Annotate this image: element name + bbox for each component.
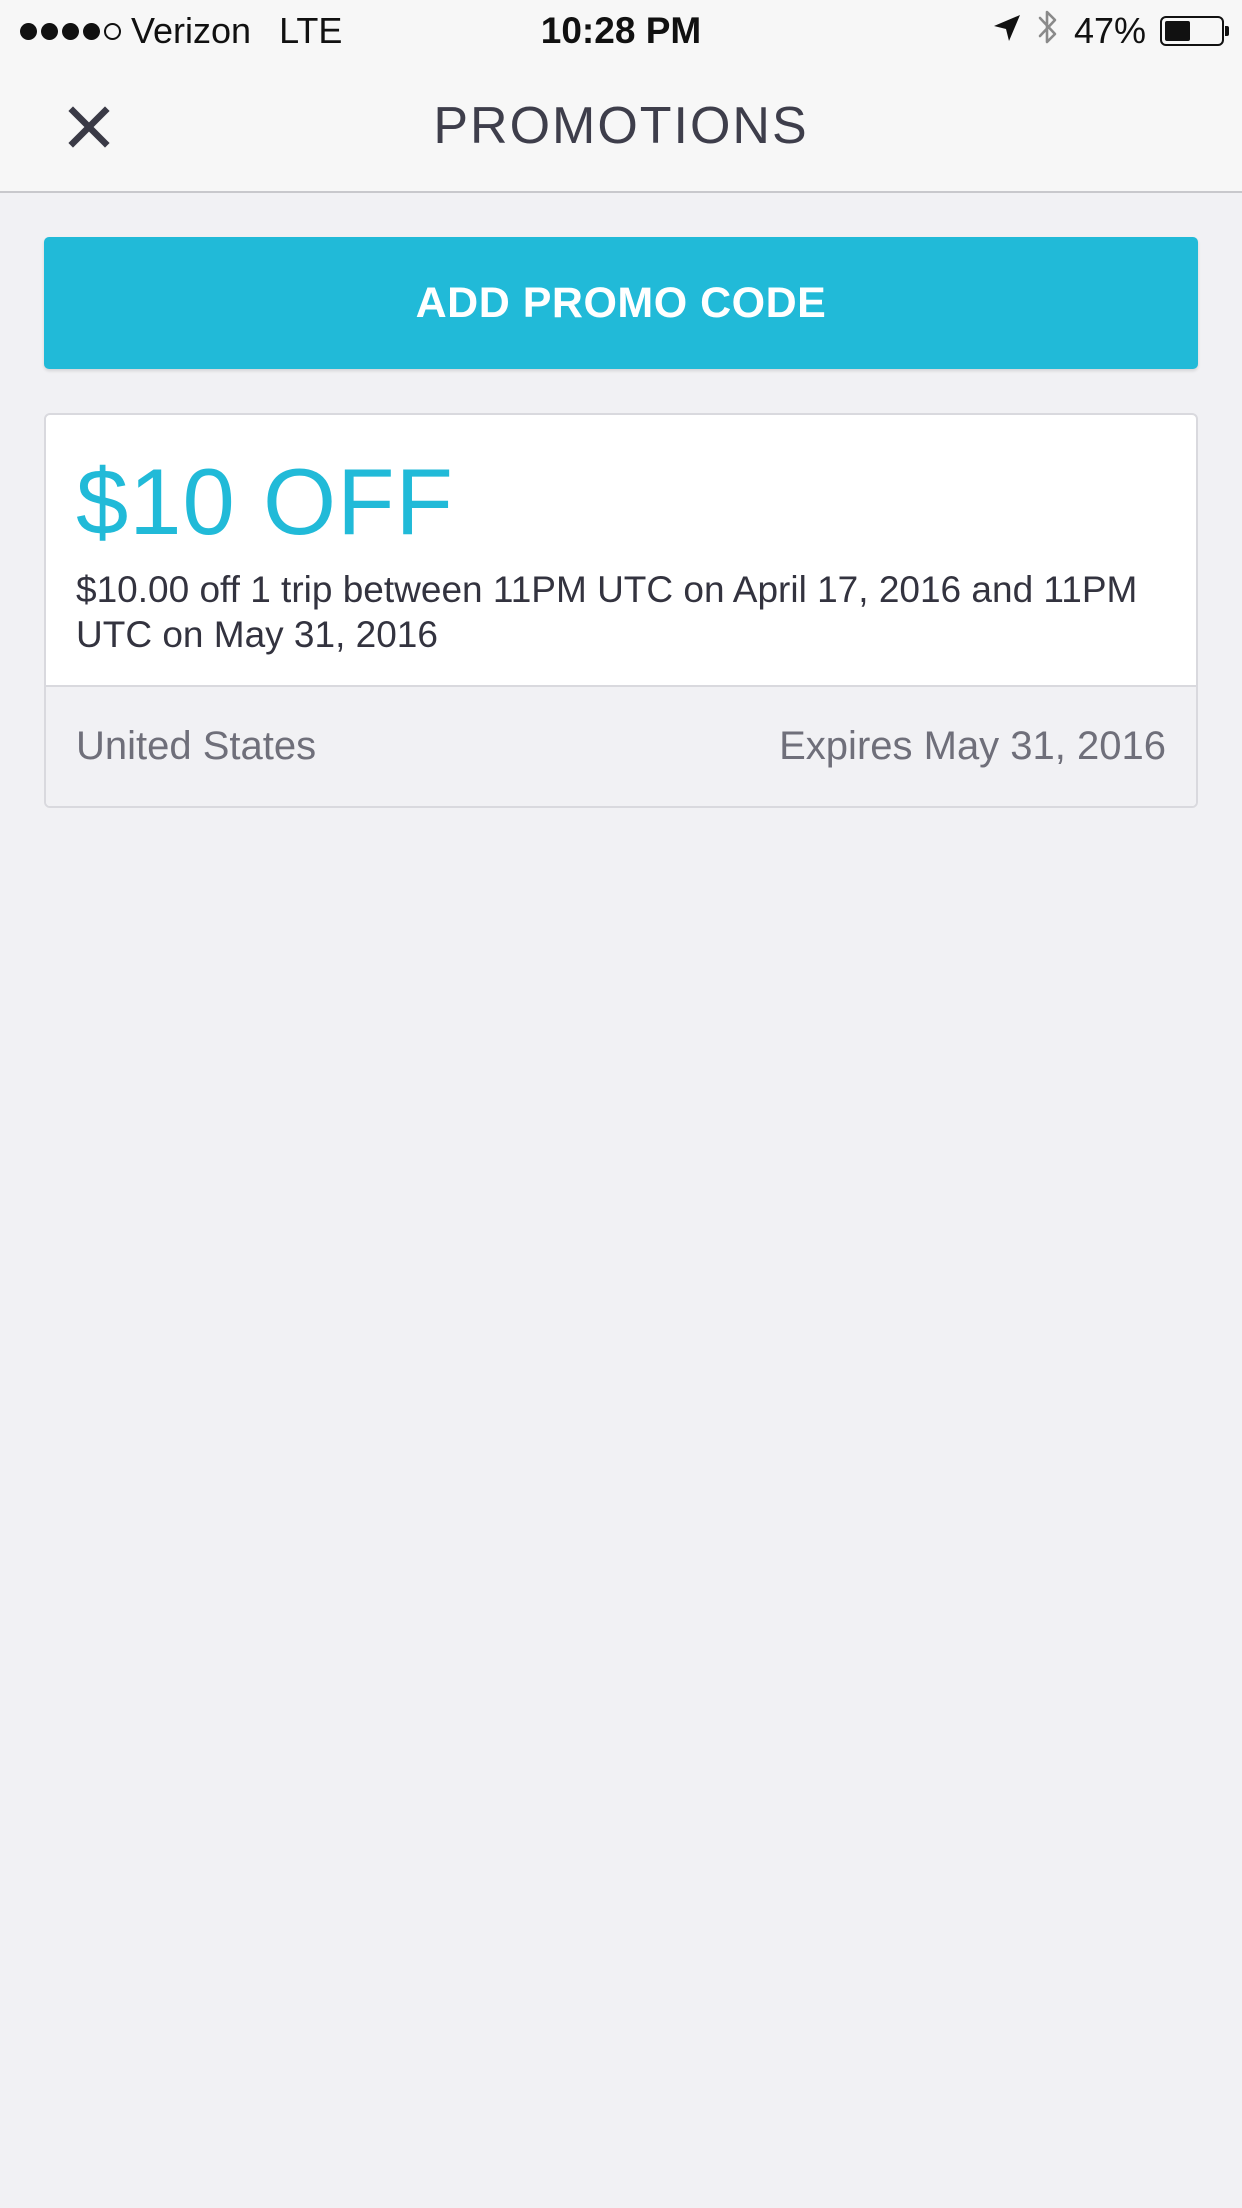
location-arrow-icon [992,10,1022,52]
page-title: PROMOTIONS [433,97,809,155]
promotion-card[interactable]: $10 OFF $10.00 off 1 trip between 11PM U… [44,413,1198,808]
promo-footer: United States Expires May 31, 2016 [46,685,1196,806]
status-bar-right: 47% [992,8,1229,55]
promo-region: United States [76,724,317,768]
promo-amount: $10 OFF [76,449,454,554]
battery-level-fill [1165,21,1190,41]
status-bar: Verizon LTE 10:28 PM 47% [0,0,1242,62]
close-icon [68,106,110,148]
nav-bar: PROMOTIONS [0,62,1242,193]
promo-expiry: Expires May 31, 2016 [779,724,1166,768]
close-button[interactable] [58,96,120,158]
add-promo-code-button[interactable]: ADD PROMO CODE [44,237,1198,369]
battery-percent: 47% [1073,10,1146,51]
battery-icon [1160,16,1229,46]
promo-description: $10.00 off 1 trip between 11PM UTC on Ap… [76,569,1138,655]
bluetooth-icon [1036,8,1060,55]
